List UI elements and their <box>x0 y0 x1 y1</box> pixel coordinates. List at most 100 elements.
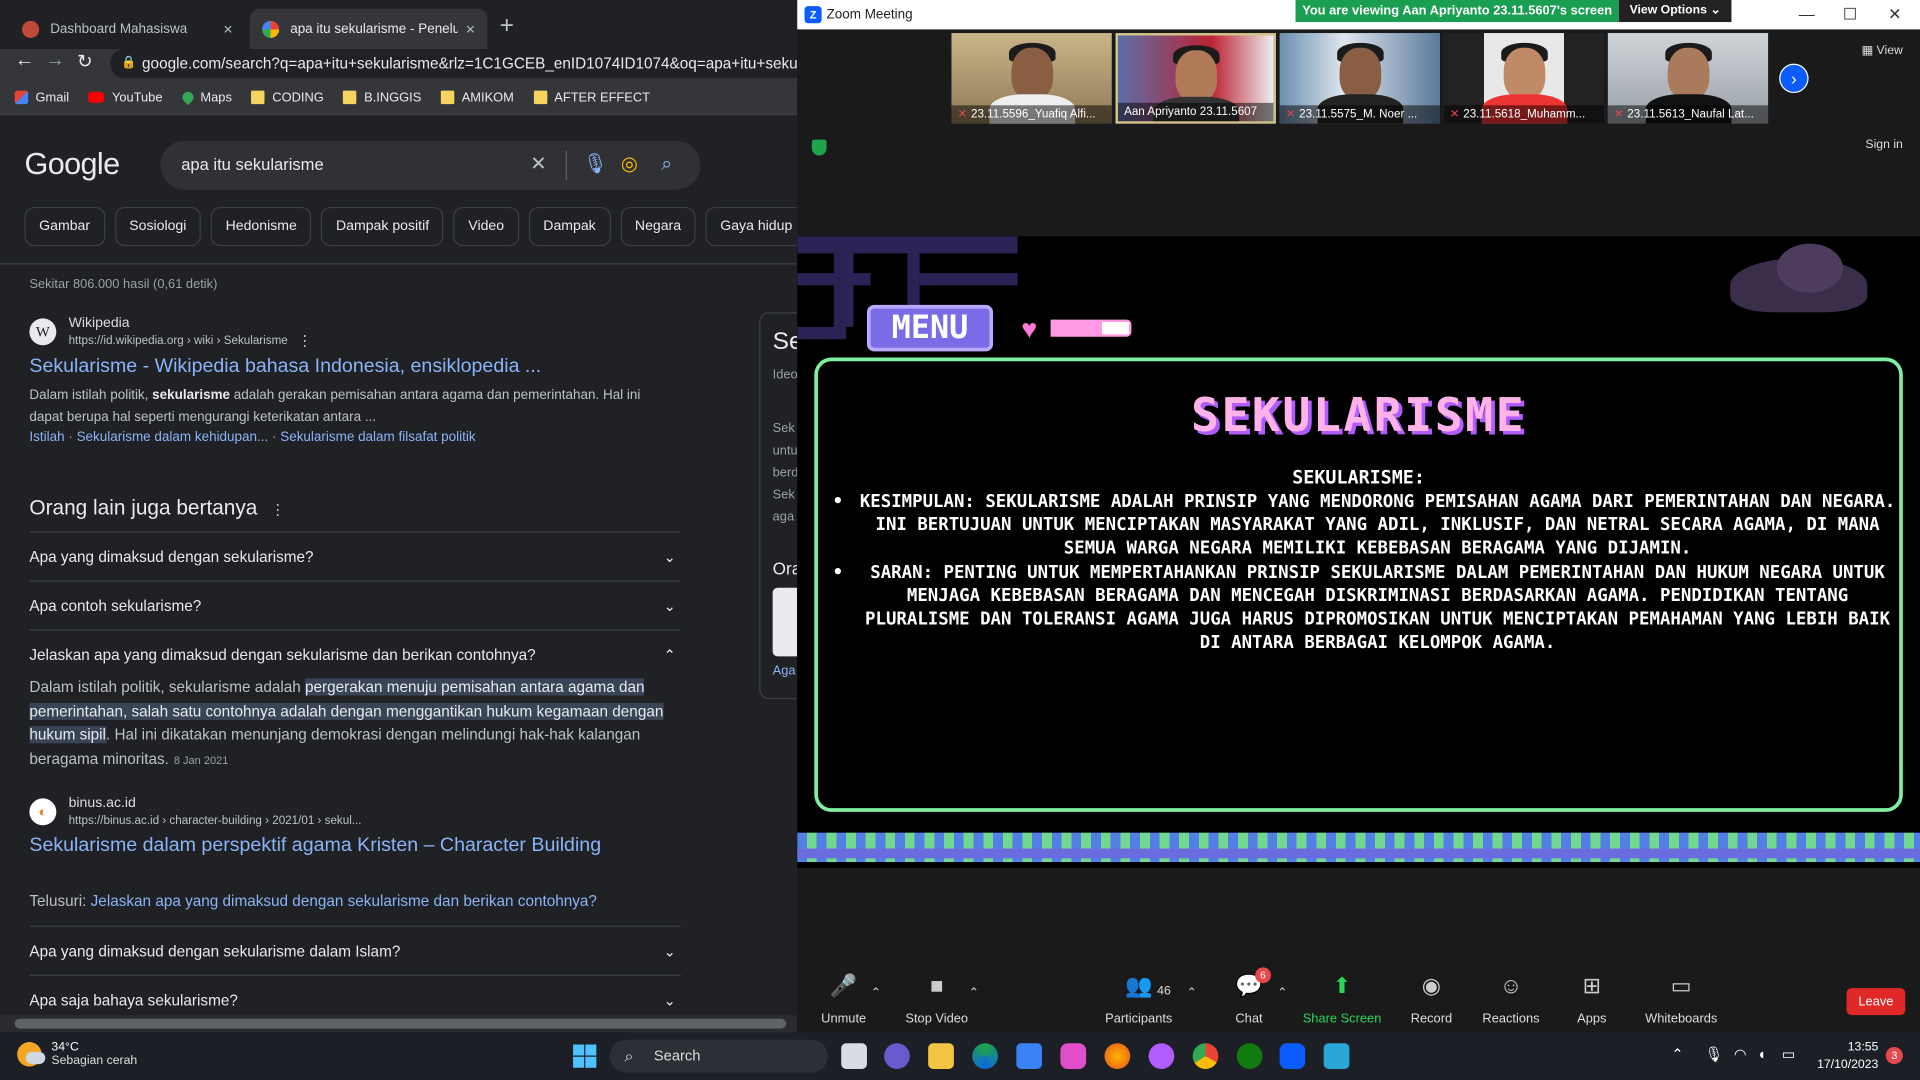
forward-arrow-icon[interactable]: → <box>45 50 65 72</box>
leave-button[interactable]: Leave <box>1846 988 1906 1016</box>
file-explorer-icon[interactable] <box>928 1043 954 1069</box>
chevron-down-icon: ⌄ <box>663 942 676 961</box>
chip-negara[interactable]: Negara <box>620 206 696 247</box>
participant-tile[interactable]: ✕ 23.11.5596_Yuafiq Alfi... <box>951 33 1112 124</box>
weather-widget[interactable]: 34°C Sebagian cerah <box>17 1041 137 1068</box>
close-tab-icon[interactable]: × <box>223 20 232 38</box>
back-arrow-icon[interactable]: ← <box>15 50 35 72</box>
notepad-icon[interactable] <box>1323 1043 1350 1069</box>
bookmark-folder-after-effect[interactable]: AFTER EFFECT <box>533 90 650 105</box>
close-icon[interactable]: ✕ <box>1888 0 1901 29</box>
panel-image[interactable] <box>772 587 798 657</box>
next-page-arrow-icon[interactable]: › <box>1779 63 1809 94</box>
xbox-icon[interactable] <box>1236 1043 1263 1069</box>
chip-video[interactable]: Video <box>453 206 519 247</box>
sitelink[interactable]: Sekularisme dalam filsafat politik <box>280 430 475 445</box>
chevron-up-icon[interactable]: ⌃ <box>969 987 979 1000</box>
bookmark-folder-binggis[interactable]: B.INGGIS <box>343 90 421 105</box>
bookmark-youtube[interactable]: YouTube <box>88 90 162 105</box>
share-screen-button[interactable]: ⬆ Share Screen <box>1299 970 1385 1026</box>
reactions-button[interactable]: ☺ Reactions <box>1468 970 1554 1026</box>
security-shield-icon[interactable] <box>811 139 827 156</box>
panel-link[interactable]: Aga <box>773 664 796 679</box>
chevron-up-icon[interactable]: ⌃ <box>1671 1046 1683 1063</box>
chip-gambar[interactable]: Gambar <box>24 206 105 247</box>
participants-button[interactable]: 👥 46 Participants <box>1096 970 1182 1026</box>
google-logo[interactable]: Google <box>24 147 120 183</box>
horizontal-scrollbar[interactable] <box>0 1015 798 1033</box>
explore-link[interactable]: Jelaskan apa yang dimaksud dengan sekula… <box>91 893 597 910</box>
microphone-icon[interactable]: 🎙 <box>583 141 608 190</box>
taskbar-search[interactable]: ⌕ Search <box>609 1039 828 1073</box>
sitelink[interactable]: Istilah <box>29 430 64 445</box>
bookmark-gmail[interactable]: Gmail <box>14 90 69 105</box>
sitelink[interactable]: Sekularisme dalam kehidupan... <box>77 430 269 445</box>
clear-icon[interactable]: ✕ <box>530 141 546 190</box>
new-tab-button[interactable]: + <box>500 12 514 40</box>
chrome-icon[interactable] <box>1192 1043 1219 1069</box>
stop-video-button[interactable]: ■ Stop Video <box>894 970 980 1026</box>
maximize-icon[interactable]: ☐ <box>1843 0 1857 29</box>
whiteboards-button[interactable]: ▭ Whiteboards <box>1638 970 1724 1026</box>
minimize-icon[interactable]: — <box>1799 0 1815 29</box>
participant-tile[interactable]: ✕ 23.11.5613_Naufal Lat... <box>1607 33 1769 124</box>
participant-tile-active[interactable]: Aan Apriyanto 23.11.5607 <box>1115 33 1276 124</box>
edge-icon[interactable] <box>972 1043 998 1069</box>
tab-dashboard[interactable]: Dashboard Mahasiswa × <box>10 9 245 49</box>
bookmark-maps[interactable]: Maps <box>179 89 232 106</box>
search-icon[interactable]: ⌕ <box>661 141 672 190</box>
more-options-icon[interactable]: ⋮ <box>298 332 313 349</box>
scrollbar-thumb[interactable] <box>14 1018 787 1029</box>
close-tab-icon[interactable]: × <box>466 20 475 38</box>
wifi-icon[interactable]: ◠ <box>1734 1046 1747 1063</box>
task-view-icon[interactable] <box>841 1043 867 1069</box>
paa-question[interactable]: Apa yang dimaksud dengan sekularisme dal… <box>29 925 681 975</box>
chip-dampak-positif[interactable]: Dampak positif <box>321 206 444 247</box>
apps-button[interactable]: ⊞ Apps <box>1549 970 1635 1026</box>
view-options-button[interactable]: View Options ⌄ <box>1618 0 1732 23</box>
reload-icon[interactable]: ↻ <box>77 50 92 72</box>
more-options-icon[interactable]: ⋮ <box>271 501 286 518</box>
instagram-icon[interactable] <box>1060 1043 1087 1069</box>
chip-hedonisme[interactable]: Hedonisme <box>210 206 312 247</box>
chevron-up-icon[interactable]: ⌃ <box>1187 987 1197 1000</box>
zoom-icon[interactable] <box>1279 1043 1306 1069</box>
health-bar <box>1050 319 1132 337</box>
battery-icon[interactable]: ▭ <box>1782 1046 1796 1063</box>
view-button[interactable]: ▦ View <box>1862 44 1903 57</box>
chip-sosiologi[interactable]: Sosiologi <box>114 206 202 247</box>
participant-tile[interactable]: ✕ 23.11.5618_Muhamm... <box>1443 33 1605 124</box>
paa-question[interactable]: Apa saja bahaya sekularisme? ⌄ <box>29 974 681 1015</box>
participant-tile[interactable]: ✕ 23.11.5575_M. Noer ... <box>1279 33 1441 124</box>
result-title-link[interactable]: Sekularisme - Wikipedia bahasa Indonesia… <box>29 356 666 378</box>
search-input[interactable]: apa itu sekularisme ✕ 🎙 ◎ ⌕ <box>160 140 701 190</box>
clock[interactable]: 13:55 17/10/2023 <box>1812 1040 1878 1074</box>
paa-question-expanded[interactable]: Jelaskan apa yang dimaksud dengan sekula… <box>29 629 681 678</box>
firefox-icon[interactable] <box>1104 1043 1131 1069</box>
participant-name: ✕ 23.11.5613_Naufal Lat... <box>1607 105 1769 124</box>
tab-google-search[interactable]: apa itu sekularisme - Penelusura × <box>249 8 488 49</box>
volume-icon[interactable]: ◖ <box>1757 1046 1766 1063</box>
sign-in-link[interactable]: Sign in <box>1865 138 1902 151</box>
notification-badge[interactable]: 3 <box>1885 1046 1903 1065</box>
bookmark-folder-amikom[interactable]: AMIKOM <box>440 90 514 105</box>
teams-chat-icon[interactable] <box>884 1043 910 1069</box>
chip-dampak[interactable]: Dampak <box>528 206 611 247</box>
chevron-up-icon[interactable]: ⌃ <box>871 987 881 1000</box>
paa-question[interactable]: Apa yang dimaksud dengan sekularisme? ⌄ <box>29 531 681 580</box>
button-label: Whiteboards <box>1645 1011 1718 1027</box>
app-icon[interactable] <box>1148 1043 1175 1069</box>
record-button[interactable]: ◉ Record <box>1389 970 1475 1026</box>
paa-question[interactable]: Apa contoh sekularisme? ⌄ <box>29 580 681 629</box>
result-title-link[interactable]: Sekularisme dalam perspektif agama Krist… <box>29 835 601 857</box>
result-source[interactable]: W Wikipedia https://id.wikipedia.org › w… <box>29 315 666 349</box>
bookmark-folder-coding[interactable]: CODING <box>251 90 324 105</box>
microsoft-store-icon[interactable] <box>1016 1043 1043 1069</box>
start-windows-icon[interactable] <box>573 1044 597 1068</box>
address-bar[interactable]: 🔒 google.com/search?q=apa+itu+sekularism… <box>110 48 798 79</box>
lens-camera-icon[interactable]: ◎ <box>621 141 638 190</box>
result-source[interactable]: ◐ binus.ac.id https://binus.ac.id › char… <box>29 796 601 828</box>
chevron-up-icon[interactable]: ⌃ <box>1277 987 1287 1000</box>
chip-gaya-hidup[interactable]: Gaya hidup <box>705 206 798 247</box>
microphone-icon[interactable]: 🎙 <box>1704 1046 1723 1063</box>
